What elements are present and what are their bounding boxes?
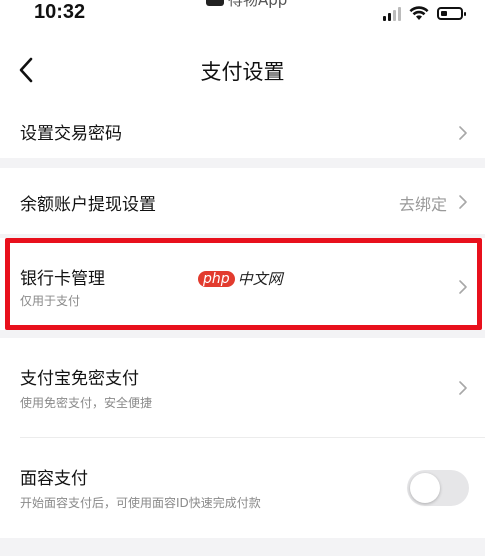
toggle-knob — [410, 473, 440, 503]
row-alipay-password-free[interactable]: 支付宝免密支付 使用免密支付，安全便捷 — [0, 338, 485, 438]
battery-icon — [437, 7, 466, 20]
row-face-pay-sub: 开始面容支付后，可使用面容ID快速完成付款 — [20, 496, 261, 510]
page-title: 支付设置 — [200, 60, 285, 84]
row-withdraw-label: 余额账户提现设置 — [20, 195, 156, 215]
chevron-right-icon — [459, 381, 467, 395]
watermark-text: 中文网 — [237, 270, 283, 288]
watermark: php 中文网 — [198, 268, 283, 289]
nav-bar: 支付设置 — [0, 30, 485, 108]
row-face-pay-label: 面容支付 — [20, 469, 88, 489]
signal-icon — [383, 6, 401, 21]
row-alipay-sub: 使用免密支付，安全便捷 — [20, 396, 153, 410]
status-time: 10:32 — [34, 1, 86, 23]
watermark-badge: php — [198, 270, 235, 287]
row-withdraw-bind-text: 去绑定 — [398, 195, 447, 214]
wifi-icon — [409, 6, 429, 20]
face-pay-toggle[interactable] — [407, 470, 469, 506]
chevron-right-icon — [459, 126, 467, 140]
app-icon — [206, 0, 224, 6]
status-bar: 10:32 得物App — [0, 0, 485, 30]
chevron-right-icon — [459, 195, 467, 209]
row-trade-password-label: 设置交易密码 — [20, 124, 122, 144]
row-trade-password[interactable]: 设置交易密码 — [0, 108, 485, 158]
battery-level — [441, 11, 447, 16]
status-app-name: 得物App — [228, 0, 287, 10]
row-withdraw-settings[interactable]: 余额账户提现设置 去绑定 — [0, 168, 485, 234]
status-center-app: 得物App — [206, 0, 287, 10]
row-alipay-label: 支付宝免密支付 — [20, 369, 139, 389]
status-icons — [383, 6, 466, 21]
row-face-pay: 面容支付 开始面容支付后，可使用面容ID快速完成付款 — [0, 438, 485, 538]
